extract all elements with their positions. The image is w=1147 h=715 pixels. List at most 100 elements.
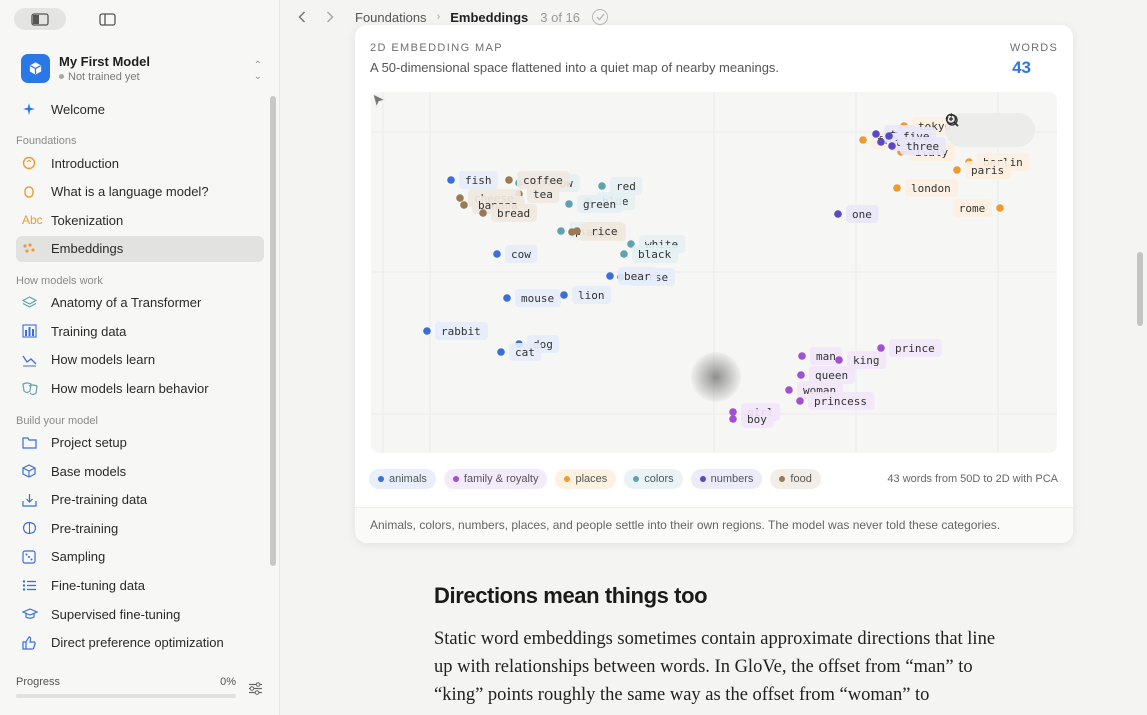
point-cow[interactable]: cow	[493, 245, 538, 263]
point-dot	[460, 201, 468, 209]
point-fish[interactable]: fish	[447, 171, 499, 189]
point-green[interactable]: green	[565, 195, 623, 213]
sidebar-item-how-models-learn[interactable]: How models learn	[16, 347, 264, 373]
point-rome[interactable]: rome	[952, 199, 1004, 217]
sidebar-scrollbar[interactable]	[270, 96, 276, 566]
point-dot	[497, 348, 505, 356]
sliders-icon[interactable]	[248, 682, 263, 700]
chevron-left-icon	[298, 11, 306, 23]
legend-label: places	[575, 473, 608, 485]
article: Directions mean things too Static word e…	[434, 583, 1014, 709]
point-label: london	[911, 182, 951, 195]
wave-hand-icon	[22, 154, 44, 172]
sidebar-item-label: Welcome	[51, 101, 105, 117]
point-dot	[503, 294, 511, 302]
nav-section-title: Build your model	[16, 414, 98, 427]
sidebar-item-learn-behavior[interactable]: How models learn behavior	[16, 376, 264, 402]
point-man[interactable]: man	[798, 347, 843, 365]
sidebar-item-label: Direct preference optimization	[51, 635, 224, 651]
point-dot	[565, 200, 573, 208]
nav-section-title: Foundations	[16, 135, 77, 147]
sidebar-item-finetuning-data[interactable]: Fine-tuning data	[16, 573, 264, 599]
point-prince[interactable]: prince	[877, 339, 942, 357]
point-london[interactable]: london	[893, 179, 958, 197]
sidebar-item-label: Anatomy of a Transformer	[51, 295, 202, 311]
point-one[interactable]: one	[834, 205, 879, 223]
point-dot	[557, 227, 565, 235]
sidebar-item-base-models[interactable]: Base models	[16, 458, 264, 484]
point-dot	[797, 371, 805, 379]
words-count: 43	[1012, 58, 1031, 77]
legend-dot-icon	[452, 476, 459, 482]
point-lion[interactable]: lion	[560, 286, 612, 304]
model-switcher[interactable]: My First Model Not trained yet ⌃ ⌄	[14, 48, 266, 88]
point-mouse[interactable]: mouse	[503, 289, 561, 307]
sidebar-item-pretraining-data[interactable]: Pre-training data	[16, 487, 264, 513]
reset-view-button[interactable]	[946, 113, 1027, 141]
back-button[interactable]	[291, 6, 313, 28]
zoom-in-button[interactable]	[945, 113, 1001, 141]
point-label: black	[638, 248, 671, 261]
breadcrumb-separator-icon: ›	[436, 11, 441, 23]
legend-chip-food[interactable]: food	[770, 469, 821, 489]
sidebar-item-training-data[interactable]: Training data	[16, 318, 264, 344]
point-label: queen	[815, 369, 848, 382]
point-label: boy	[747, 413, 767, 426]
complete-check-icon[interactable]	[592, 9, 609, 25]
legend-label: colors	[644, 473, 674, 485]
sidebar-item-project-setup[interactable]: Project setup	[16, 430, 264, 456]
sidebar-item-label: Introduction	[51, 155, 119, 171]
legend-chip-colors[interactable]: colors	[624, 469, 683, 489]
toggle-sidebar-button[interactable]	[94, 8, 120, 30]
legend-chip-places[interactable]: places	[555, 469, 617, 489]
sidebar-panel-icon	[31, 12, 49, 26]
point-dot	[877, 344, 885, 352]
legend-chip-animals[interactable]: animals	[369, 469, 436, 489]
point-label: rice	[591, 225, 618, 238]
point-label: mouse	[521, 292, 554, 305]
cursor-arrow-icon	[372, 93, 387, 109]
legend-dot-icon	[779, 476, 786, 482]
sidebar-item-tokenization[interactable]: Abc Tokenization	[16, 207, 264, 233]
legend-dot-icon	[633, 476, 640, 482]
legend-chip-family-royalty[interactable]: family & royalty	[443, 469, 548, 489]
point-paris[interactable]: paris	[953, 161, 1011, 179]
point-bear[interactable]: bear	[606, 267, 658, 285]
point-dot	[447, 176, 455, 184]
progress-label: Progress	[16, 676, 61, 688]
sidebar-item-label: How models learn behavior	[51, 381, 209, 397]
point-cat[interactable]: cat	[497, 343, 542, 361]
point-dot	[456, 194, 464, 202]
point-black[interactable]: black	[620, 245, 678, 263]
sidebar-item-sampling[interactable]: Sampling	[16, 544, 264, 570]
words-label: WORDS	[1009, 42, 1058, 54]
point-dot	[834, 210, 842, 218]
sidebar-item-label: Tokenization	[51, 212, 124, 228]
sidebar-item-language-model[interactable]: What is a language model?	[16, 179, 264, 205]
sidebar-item-sft[interactable]: Supervised fine-tuning	[16, 601, 264, 627]
legend-dot-icon	[699, 476, 706, 482]
sidebar-item-label: What is a language model?	[51, 184, 209, 200]
sidebar-item-dpo[interactable]: Direct preference optimization	[16, 630, 264, 656]
card-footer: Animals, colors, numbers, places, and pe…	[355, 507, 1073, 543]
legend-dot-icon	[378, 476, 384, 482]
sidebar-item-welcome[interactable]: Welcome	[16, 96, 264, 122]
sidebar-item-embeddings[interactable]: Embeddings	[16, 235, 264, 262]
zoom-controls	[945, 113, 1035, 147]
point-label: rabbit	[441, 325, 481, 338]
breadcrumb-parent[interactable]: Foundations	[355, 10, 427, 25]
sidebar-item-introduction[interactable]: Introduction	[16, 150, 264, 176]
sidebar-nav: Welcome Foundations Introduction What is…	[16, 96, 264, 658]
graduation-cap-icon	[22, 605, 44, 623]
sidebar-item-pretraining[interactable]: Pre-training	[16, 515, 264, 541]
box-icon	[22, 462, 44, 480]
sidebar-item-anatomy[interactable]: Anatomy of a Transformer	[16, 290, 264, 316]
hand-icon	[22, 183, 44, 201]
legend-chip-numbers[interactable]: numbers	[690, 469, 763, 489]
sidebar-mode-toggle[interactable]	[14, 8, 66, 30]
embedding-plot[interactable]: fishcowmouselionrabbitdogcathorsebearman…	[371, 92, 1057, 453]
forward-button[interactable]	[319, 6, 341, 28]
card-subtitle: A 50-dimensional space flattened into a …	[370, 60, 780, 75]
point-rabbit[interactable]: rabbit	[423, 322, 488, 340]
main-scrollbar[interactable]	[1137, 252, 1143, 326]
